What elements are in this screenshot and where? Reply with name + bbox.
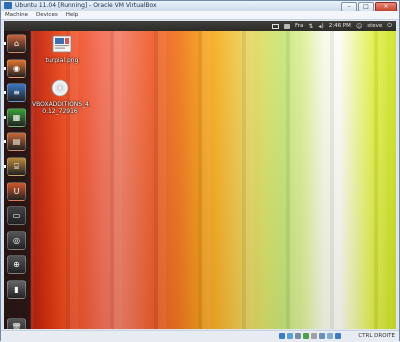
desktop-file-turpial[interactable]: turpial.png	[40, 35, 84, 64]
guest-screen[interactable]: Fra ⇅ ◂) 2:46 PM ☺ steve ⏻ ⌂ ◉ ≡ ▦ ▤ ⌸ U ▭ ◎ ⊕ ▮ 🗑 …	[4, 21, 396, 329]
desktop-cd-vboxadditions[interactable]: VBOXADDITIONS_4. 0.12_72916	[32, 79, 91, 115]
username[interactable]: steve	[367, 23, 382, 29]
home-folder-icon: ⌂	[13, 39, 20, 48]
impress-icon: ▤	[12, 137, 21, 146]
dash-search-icon: ⊕	[13, 260, 20, 269]
device-status-icon[interactable]	[319, 333, 325, 339]
launcher-ubuntu-one[interactable]: U	[7, 182, 26, 201]
device-status-icon[interactable]	[303, 333, 309, 339]
launcher-firefox[interactable]: ◉	[7, 59, 26, 78]
launcher-home-folder[interactable]: ⌂	[7, 34, 26, 53]
network-icon[interactable]: ⇅	[308, 23, 313, 30]
menu-devices[interactable]: Devices	[36, 11, 58, 19]
launcher-impress[interactable]: ▤	[7, 132, 26, 151]
running-indicator	[4, 91, 6, 94]
launcher-trash[interactable]: 🗑	[7, 318, 26, 329]
launcher-writer[interactable]: ≡	[7, 83, 26, 102]
mail-icon[interactable]	[271, 23, 279, 29]
image-file-icon	[52, 35, 72, 53]
software-center-icon: ⌸	[14, 161, 19, 171]
device-status-icon[interactable]	[287, 333, 293, 339]
launcher-terminal[interactable]: ▭	[7, 206, 26, 225]
running-indicator	[4, 165, 6, 168]
window-titlebar[interactable]: Ubuntu 11.04 [Running] - Oracle VM Virtu…	[1, 1, 399, 12]
desktop-file-label: turpial.png	[45, 57, 79, 64]
launcher-workspace-switcher[interactable]: ◎	[7, 231, 26, 250]
terminal-icon: ▭	[12, 211, 21, 220]
launcher-software-center[interactable]: ⌸	[7, 157, 26, 176]
power-icon[interactable]: ⏻	[387, 22, 392, 30]
host-key-label: CTRL DROITE	[358, 333, 395, 339]
running-indicator	[4, 67, 6, 70]
writer-icon: ≡	[13, 88, 20, 97]
vm-statusbar: CTRL DROITE	[1, 330, 399, 342]
device-status-icon[interactable]	[327, 333, 333, 339]
running-indicator	[4, 42, 6, 45]
running-indicator	[4, 116, 6, 119]
device-status-icon[interactable]	[279, 333, 285, 339]
cd-label-line1: VBOXADDITIONS_4.	[32, 101, 91, 108]
device-status-icon[interactable]	[311, 333, 317, 339]
launcher-dash-search[interactable]: ⊕	[7, 255, 26, 274]
trash-icon: 🗑	[11, 323, 22, 329]
unity-launcher: ⌂ ◉ ≡ ▦ ▤ ⌸ U ▭ ◎ ⊕ ▮ 🗑	[4, 31, 31, 329]
menu-help[interactable]: Help	[66, 11, 79, 19]
desktop-wallpaper[interactable]	[4, 31, 396, 329]
virtualbox-window: Ubuntu 11.04 [Running] - Oracle VM Virtu…	[0, 0, 400, 342]
workspace-switcher-icon: ◎	[13, 236, 20, 245]
cd-disc-icon	[51, 79, 69, 97]
menubar: Machine Devices Help	[1, 11, 399, 20]
firefox-icon: ◉	[13, 64, 20, 73]
cd-label-line2: 0.12_72916	[42, 108, 78, 115]
keyboard-icon[interactable]	[283, 23, 290, 29]
device-status-icon[interactable]	[335, 333, 341, 339]
keyboard-layout[interactable]: Fra	[295, 23, 303, 29]
ubuntu-one-icon: U	[13, 187, 20, 196]
running-indicator	[4, 140, 6, 143]
device-status-icon[interactable]	[295, 333, 301, 339]
user-icon[interactable]: ☺	[356, 23, 362, 30]
clock[interactable]: 2:46 PM	[329, 23, 351, 29]
ubuntu-top-panel: Fra ⇅ ◂) 2:46 PM ☺ steve ⏻	[4, 21, 396, 31]
window-title: Ubuntu 11.04 [Running] - Oracle VM Virtu…	[15, 2, 157, 9]
usb-drive-icon: ▮	[14, 285, 19, 294]
virtualbox-icon	[4, 2, 12, 9]
launcher-calc[interactable]: ▦	[7, 108, 26, 127]
menu-machine[interactable]: Machine	[5, 11, 28, 19]
launcher-usb-drive[interactable]: ▮	[7, 280, 26, 299]
speaker-icon[interactable]: ◂)	[318, 23, 323, 30]
calc-icon: ▦	[12, 113, 21, 122]
